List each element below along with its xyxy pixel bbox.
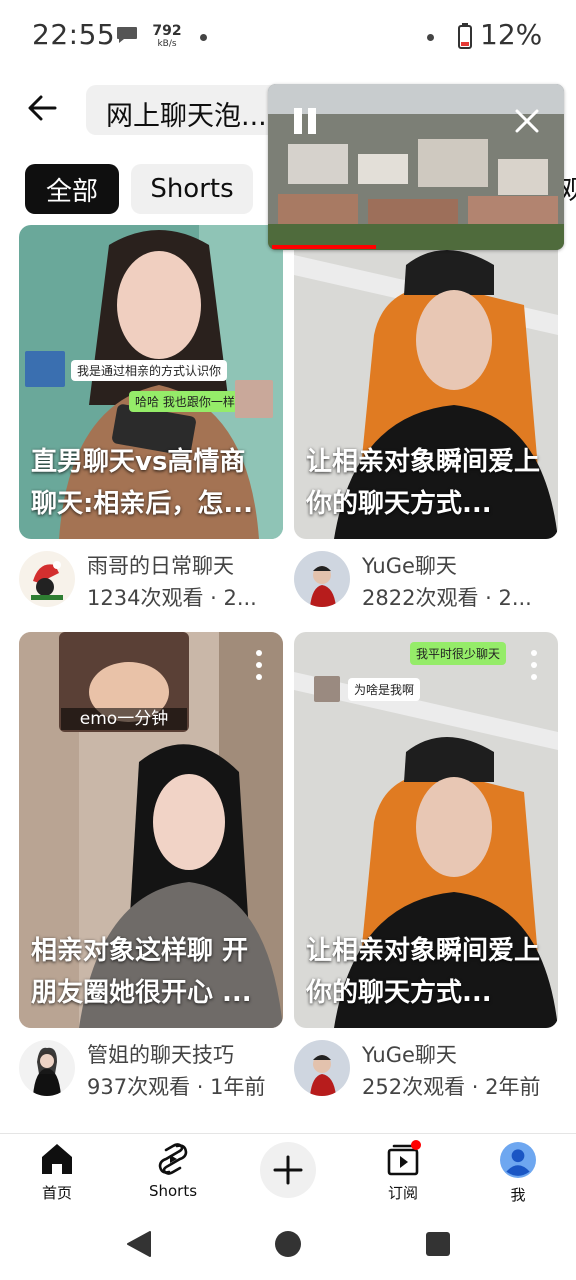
video-title: 相亲对象这样聊 开朋友圈她很开心 ... <box>31 936 252 1008</box>
video-thumbnail[interactable]: 让相亲对象瞬间爱上你的聊天方式... <box>294 225 558 539</box>
create-button[interactable] <box>260 1142 316 1198</box>
system-navigation-bar <box>0 1212 576 1280</box>
nav-home-label: 首页 <box>41 1184 72 1202</box>
chip-all[interactable]: 全部 <box>25 164 119 214</box>
chat-bubble: 哈哈 我也跟你一样 <box>129 391 241 412</box>
channel-name[interactable]: 雨哥的日常聊天 <box>87 550 283 580</box>
chip-shorts[interactable]: Shorts <box>131 164 253 214</box>
more-options-button[interactable] <box>528 650 540 680</box>
video-views: 2822次观看 · 2... <box>362 586 532 610</box>
man-avatar-icon <box>294 551 350 607</box>
status-bar: 22:55 792 kB/s 12% <box>0 0 576 72</box>
nav-me-label: 我 <box>510 1186 526 1204</box>
channel-avatar[interactable] <box>294 551 350 607</box>
system-recents-icon[interactable] <box>425 1231 451 1257</box>
channel-avatar[interactable] <box>19 551 75 607</box>
chat-bubble: 我是通过相亲的方式认识你 <box>71 360 228 381</box>
video-title: 让相亲对象瞬间爱上你的聊天方式... <box>306 936 541 1008</box>
mini-player-progress <box>272 245 376 249</box>
plus-icon <box>273 1155 303 1185</box>
search-query-text: 网上聊天泡... <box>106 101 267 132</box>
video-meta: YuGe聊天 252次观看 · 2年前 <box>294 1040 558 1104</box>
nav-home[interactable]: 首页 <box>17 1142 97 1203</box>
chat-bubble: 我平时很少聊天 <box>410 642 507 665</box>
battery-percentage: 12% <box>480 18 543 51</box>
bottom-navigation: 首页 Shorts 订阅 我 <box>0 1133 576 1211</box>
video-caption-overlay: emo一分钟 <box>61 708 187 730</box>
video-views: 1234次观看 · 2... <box>87 586 257 610</box>
nav-subscriptions[interactable]: 订阅 <box>363 1140 443 1203</box>
close-icon[interactable] <box>514 108 540 134</box>
video-views: 937次观看 · 1年前 <box>87 1075 266 1099</box>
channel-avatar[interactable] <box>19 1040 75 1096</box>
santa-hat-avatar-icon <box>19 551 75 607</box>
pause-button[interactable] <box>294 108 318 134</box>
nav-subscriptions-label: 订阅 <box>387 1184 418 1202</box>
channel-name[interactable]: YuGe聊天 <box>362 1039 558 1069</box>
chat-avatar-image <box>25 351 65 387</box>
nav-shorts[interactable]: Shorts <box>133 1142 213 1200</box>
nav-shorts-label: Shorts <box>148 1182 198 1200</box>
arrow-left-icon <box>28 95 57 121</box>
video-title: 让相亲对象瞬间爱上你的聊天方式... <box>306 447 541 519</box>
network-speed-value: 792 <box>152 23 182 39</box>
system-back-icon[interactable] <box>126 1230 152 1258</box>
mini-player[interactable] <box>268 84 564 250</box>
video-meta: 管姐的聊天技巧 937次观看 · 1年前 <box>19 1040 283 1104</box>
channel-name[interactable]: 管姐的聊天技巧 <box>87 1039 283 1069</box>
message-notification-icon <box>117 27 137 43</box>
more-options-button[interactable] <box>253 650 265 680</box>
channel-name[interactable]: YuGe聊天 <box>362 550 558 580</box>
notification-dot-icon <box>427 34 434 41</box>
system-home-icon[interactable] <box>274 1230 302 1258</box>
battery-icon <box>458 23 472 49</box>
status-time: 22:55 <box>32 18 116 51</box>
chat-bubble: 为啥是我啊 <box>348 678 421 701</box>
chat-avatar-image <box>235 380 273 418</box>
video-meta: YuGe聊天 2822次观看 · 2... <box>294 551 558 615</box>
video-thumbnail[interactable]: emo一分钟 相亲对象这样聊 开朋友圈她很开心 ... <box>19 632 283 1028</box>
man-avatar-icon <box>294 1040 350 1096</box>
home-icon <box>42 1144 72 1174</box>
video-thumbnail[interactable]: 我平时很少聊天 为啥是我啊 让相亲对象瞬间爱上你的聊天方式... <box>294 632 558 1028</box>
network-speed: 792 kB/s <box>152 24 182 49</box>
channel-avatar[interactable] <box>294 1040 350 1096</box>
notification-dot-icon <box>200 34 207 41</box>
shorts-icon <box>158 1143 188 1175</box>
chat-avatar-image <box>314 676 340 702</box>
back-button[interactable] <box>22 88 62 128</box>
video-views: 252次观看 · 2年前 <box>362 1075 541 1099</box>
video-thumbnail[interactable]: 我是通过相亲的方式认识你 哈哈 我也跟你一样 直男聊天vs高情商聊天:相亲后，怎… <box>19 225 283 539</box>
network-speed-unit: kB/s <box>157 39 177 49</box>
video-title: 直男聊天vs高情商聊天:相亲后，怎... <box>31 447 254 519</box>
video-meta: 雨哥的日常聊天 1234次观看 · 2... <box>19 551 283 615</box>
notification-badge <box>411 1140 421 1150</box>
woman-avatar-icon <box>19 1040 75 1096</box>
avatar-icon <box>500 1142 536 1178</box>
nav-me[interactable]: 我 <box>478 1142 558 1205</box>
